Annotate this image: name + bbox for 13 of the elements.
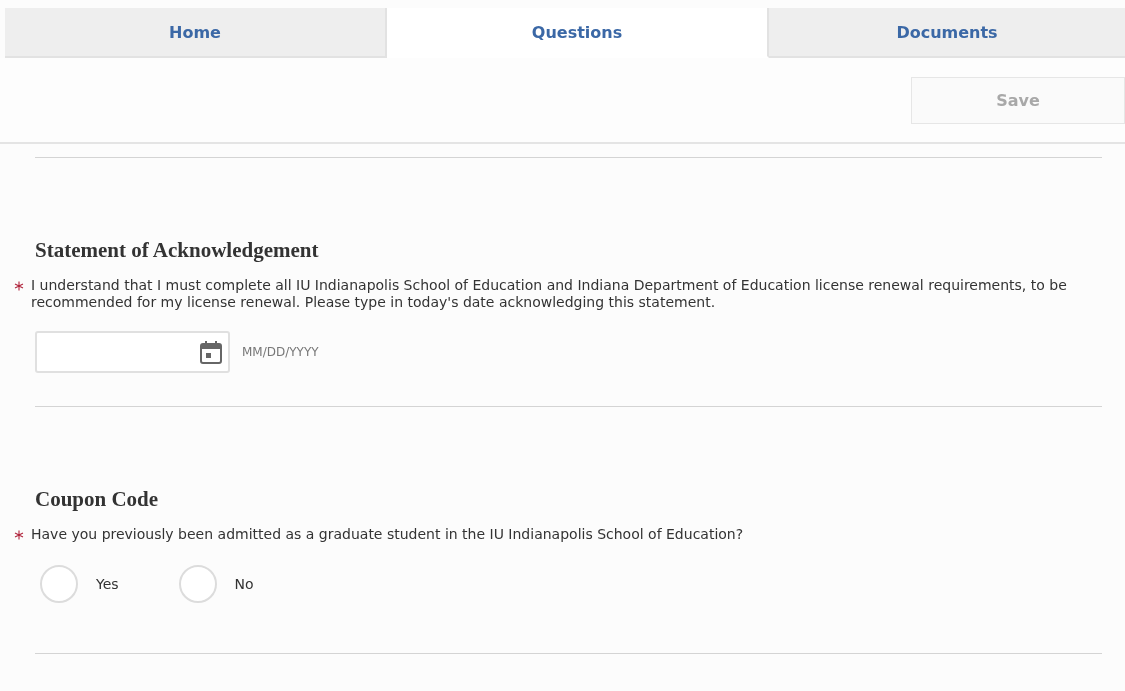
tab[interactable]: Home — [5, 8, 387, 58]
section-heading: Coupon Code — [35, 487, 160, 512]
date-field[interactable] — [35, 331, 230, 373]
radio-option[interactable]: Yes — [40, 565, 119, 603]
radio-circle[interactable] — [40, 565, 78, 603]
radio-option[interactable]: No — [178, 565, 254, 603]
tab[interactable]: Documents — [769, 8, 1125, 58]
date-format-hint: MM/DD/YYYY — [242, 345, 319, 359]
question-text: I understand that I must complete all IU Indianapolis School of Education and Indiana Department of Education license renewal requirements, to be recommended for my license renewal. Please type in today's date acknowledging this statement. — [31, 277, 1068, 311]
section-heading: Statement of Acknowledgement — [35, 238, 320, 263]
question-text: Have you previously been admitted as a graduate student in the IU Indianapolis School of Education? — [31, 526, 744, 543]
radio-circle[interactable] — [178, 565, 217, 603]
calendar-icon[interactable] — [200, 340, 222, 364]
